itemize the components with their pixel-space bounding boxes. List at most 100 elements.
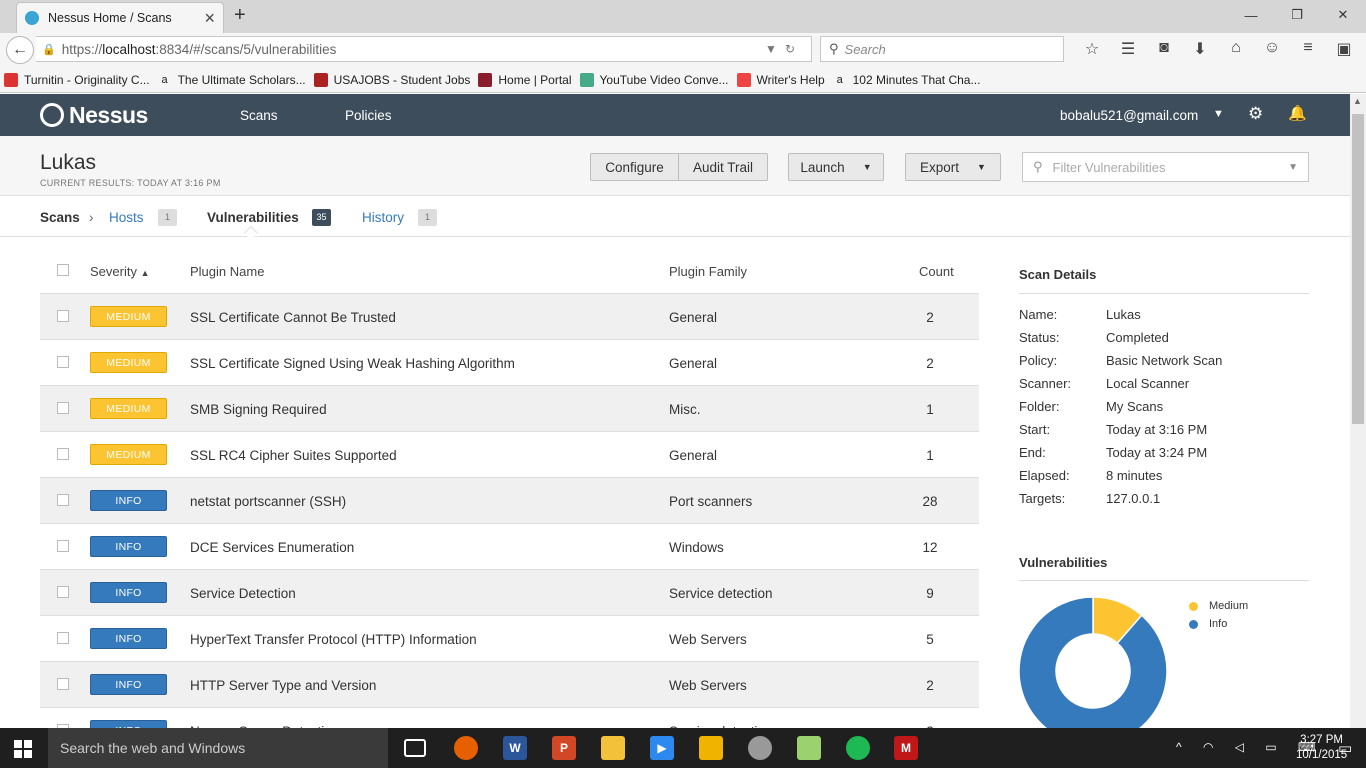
severity-badge: INFO [90,490,167,511]
restore-icon[interactable]: ❐ [1274,0,1320,30]
user-caret-icon[interactable]: ▼ [1213,108,1224,120]
windows-start-icon[interactable] [14,740,32,758]
plugin-family-column-header[interactable]: Plugin Family [669,264,747,279]
pocket-icon[interactable]: ◙ [1146,39,1182,59]
taskbar-search-input[interactable]: Search the web and Windows [48,728,388,768]
window-close-icon[interactable]: ✕ [1320,0,1366,30]
plugin-name-column-header[interactable]: Plugin Name [190,264,264,279]
plugin-name[interactable]: SSL Certificate Cannot Be Trusted [190,310,396,325]
spotify-icon[interactable] [846,736,870,760]
bookmark-item[interactable]: a The Ultimate Scholars... [158,73,306,87]
tab-hosts[interactable]: Hosts [109,210,144,225]
media-player-icon[interactable]: ▶ [650,736,674,760]
severity-column-header[interactable]: Severity ▲ [90,264,150,279]
word-icon[interactable]: W [503,736,527,760]
bookmark-item[interactable]: USAJOBS - Student Jobs [313,72,470,87]
table-row[interactable]: INFO DCE Services Enumeration Windows 12 [40,524,979,570]
bookmark-item[interactable]: Turnitin - Originality C... [4,72,150,87]
url-tools[interactable]: ▼↻ [765,42,803,56]
table-row[interactable]: INFO HTTP Server Type and Version Web Serv… [40,662,979,708]
breadcrumb-scans[interactable]: Scans [40,210,80,225]
page-scrollbar[interactable]: ▲ [1350,94,1366,728]
row-checkbox[interactable] [57,356,69,368]
select-all-checkbox[interactable] [57,264,69,276]
url-text[interactable]: https://localhost:8834/#/scans/5/vulnera… [62,42,765,57]
snipping-tool-icon[interactable] [748,736,772,760]
plugin-name[interactable]: SSL RC4 Cipher Suites Supported [190,448,397,463]
scroll-up-icon[interactable]: ▲ [1353,96,1362,106]
nav-scans[interactable]: Scans [240,108,278,123]
scrollbar-thumb[interactable] [1352,114,1364,424]
row-checkbox[interactable] [57,632,69,644]
bookmark-star-icon[interactable]: ☆ [1074,39,1110,59]
app-icon[interactable] [699,736,723,760]
nav-policies[interactable]: Policies [345,108,392,123]
donut-slice-info[interactable] [1019,596,1168,728]
plugin-name[interactable]: Service Detection [190,586,296,601]
bookmark-item[interactable]: a 102 Minutes That Cha... [833,73,981,87]
row-checkbox[interactable] [57,494,69,506]
reading-list-icon[interactable]: ☰ [1110,39,1146,59]
tab-history[interactable]: History [362,210,404,225]
plugin-family: Web Servers [669,678,747,693]
home-icon[interactable]: ⌂ [1218,39,1254,59]
user-menu[interactable]: bobalu521@gmail.com [1060,108,1198,123]
notifications-icon[interactable]: ▭ [1338,739,1352,757]
minimize-icon[interactable]: — [1228,0,1274,30]
table-row[interactable]: MEDIUM SSL Certificate Signed Using Weak … [40,340,979,386]
back-button[interactable]: ← [6,36,34,64]
table-row[interactable]: INFO Service Detection Service detection 9 [40,570,979,616]
extension-icon[interactable]: ▣ [1326,39,1362,59]
plugin-name[interactable]: SSL Certificate Signed Using Weak Hashin… [190,356,515,371]
chevron-down-icon[interactable]: ▼ [1288,162,1298,173]
table-row[interactable]: INFO netstat portscanner (SSH) Port scanne… [40,478,979,524]
browser-search-input[interactable]: ⚲ Search [820,36,1064,62]
table-row[interactable]: MEDIUM SMB Signing Required Misc. 1 [40,386,979,432]
count-column-header[interactable]: Count [919,264,954,279]
bell-icon[interactable]: 🔔 [1288,104,1307,122]
configure-button[interactable]: Configure [590,153,679,181]
table-row[interactable]: MEDIUM SSL Certificate Cannot Be Trusted G… [40,294,979,340]
plugin-name[interactable]: HyperText Transfer Protocol (HTTP) Infor… [190,632,477,647]
powerpoint-icon[interactable]: P [552,736,576,760]
row-checkbox[interactable] [57,586,69,598]
gear-icon[interactable]: ⚙ [1248,104,1263,124]
dropdown-arrow-icon[interactable]: ▼ [765,42,785,56]
table-row[interactable]: MEDIUM SSL RC4 Cipher Suites Supported Gen… [40,432,979,478]
bookmark-item[interactable]: YouTube Video Conve... [579,72,729,87]
current-results-text: CURRENT RESULTS: TODAY AT 3:16 PM [40,178,221,188]
filter-vulnerabilities-input[interactable]: ⚲ Filter Vulnerabilities ▼ [1022,152,1309,182]
url-bar[interactable]: 🔒 https://localhost:8834/#/scans/5/vulne… [36,36,812,62]
bookmark-item[interactable]: Home | Portal [478,72,572,87]
tab-close-icon[interactable]: × [204,8,215,29]
firefox-icon[interactable] [454,736,478,760]
bookmark-item[interactable]: Writer's Help [736,72,825,87]
export-button[interactable]: Export ▼ [905,153,1001,181]
audit-trail-button[interactable]: Audit Trail [678,153,768,181]
plugin-name[interactable]: DCE Services Enumeration [190,540,354,555]
row-checkbox[interactable] [57,402,69,414]
table-row[interactable]: INFO HyperText Transfer Protocol (HTTP) I… [40,616,979,662]
row-checkbox[interactable] [57,310,69,322]
menu-icon[interactable]: ≡ [1290,39,1326,59]
plugin-name[interactable]: netstat portscanner (SSH) [190,494,346,509]
sticky-notes-icon[interactable] [797,736,821,760]
new-tab-icon[interactable]: + [234,4,246,27]
plugin-name[interactable]: HTTP Server Type and Version [190,678,376,693]
row-checkbox[interactable] [57,540,69,552]
tab-vulnerabilities[interactable]: Vulnerabilities [207,210,299,225]
plugin-name[interactable]: SMB Signing Required [190,402,327,417]
row-checkbox[interactable] [57,678,69,690]
task-view-icon[interactable] [404,739,426,757]
download-icon[interactable]: ⬇ [1182,39,1218,59]
mcafee-icon[interactable]: M [894,736,918,760]
lock-icon[interactable]: 🔒 [42,43,56,56]
nessus-logo[interactable]: Nessus [40,102,148,129]
hello-icon[interactable]: ☺ [1254,39,1290,59]
launch-button[interactable]: Launch ▼ [788,153,884,181]
row-checkbox[interactable] [57,448,69,460]
browser-tab[interactable]: Nessus Home / Scans × [16,2,224,33]
reload-icon[interactable]: ↻ [785,42,803,56]
file-explorer-icon[interactable] [601,736,625,760]
detail-value: Basic Network Scan [1106,353,1223,368]
